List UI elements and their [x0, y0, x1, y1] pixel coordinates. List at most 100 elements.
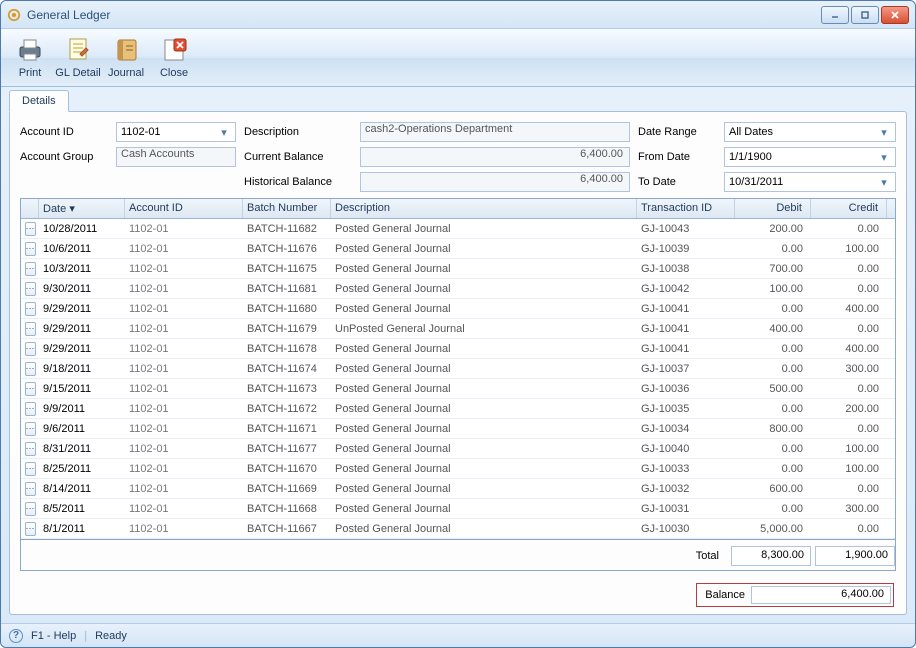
- row-detail-button[interactable]: ⋯: [25, 302, 36, 316]
- row-detail-button[interactable]: ⋯: [25, 282, 36, 296]
- historical-balance-field: 6,400.00: [360, 172, 630, 192]
- cell-debit: 5,000.00: [735, 523, 811, 535]
- cell-transaction: GJ-10031: [637, 503, 735, 515]
- table-row[interactable]: ⋯10/6/20111102-01BATCH-11676Posted Gener…: [21, 239, 895, 259]
- cell-debit: 0.00: [735, 343, 811, 355]
- cell-debit: 0.00: [735, 443, 811, 455]
- row-detail-button[interactable]: ⋯: [25, 502, 36, 516]
- chevron-down-icon: ▾: [877, 176, 891, 189]
- col-transaction-id[interactable]: Transaction ID: [637, 199, 735, 218]
- cell-batch: BATCH-11670: [243, 463, 331, 475]
- cell-debit: 0.00: [735, 403, 811, 415]
- row-detail-button[interactable]: ⋯: [25, 382, 36, 396]
- table-row[interactable]: ⋯10/3/20111102-01BATCH-11675Posted Gener…: [21, 259, 895, 279]
- close-window-button[interactable]: [881, 6, 909, 24]
- cell-batch: BATCH-11671: [243, 423, 331, 435]
- maximize-button[interactable]: [851, 6, 879, 24]
- tab-details[interactable]: Details: [9, 90, 69, 112]
- table-row[interactable]: ⋯8/1/20111102-01BATCH-11667Posted Genera…: [21, 519, 895, 539]
- grid-header: Date ▾ Account ID Batch Number Descripti…: [21, 199, 895, 219]
- table-row[interactable]: ⋯8/5/20111102-01BATCH-11668Posted Genera…: [21, 499, 895, 519]
- col-description[interactable]: Description: [331, 199, 637, 218]
- cell-batch: BATCH-11675: [243, 263, 331, 275]
- total-label: Total: [688, 550, 727, 562]
- table-row[interactable]: ⋯9/29/20111102-01BATCH-11678Posted Gener…: [21, 339, 895, 359]
- details-panel: Account ID 1102-01 ▾ Description cash2-O…: [9, 111, 907, 615]
- account-id-value: 1102-01: [121, 126, 161, 138]
- cell-credit: 300.00: [811, 363, 887, 375]
- titlebar[interactable]: General Ledger: [1, 1, 915, 29]
- row-detail-button[interactable]: ⋯: [25, 262, 36, 276]
- table-row[interactable]: ⋯9/9/20111102-01BATCH-11672Posted Genera…: [21, 399, 895, 419]
- cell-date: 10/3/2011: [39, 263, 125, 275]
- account-id-combo[interactable]: 1102-01 ▾: [116, 122, 236, 142]
- table-row[interactable]: ⋯8/31/20111102-01BATCH-11677Posted Gener…: [21, 439, 895, 459]
- cell-description: Posted General Journal: [331, 303, 637, 315]
- cell-date: 9/15/2011: [39, 383, 125, 395]
- cell-credit: 100.00: [811, 443, 887, 455]
- grid-body[interactable]: ⋯10/28/20111102-01BATCH-11682Posted Gene…: [21, 219, 895, 539]
- row-detail-button[interactable]: ⋯: [25, 342, 36, 356]
- cell-account: 1102-01: [125, 383, 243, 395]
- table-row[interactable]: ⋯8/14/20111102-01BATCH-11669Posted Gener…: [21, 479, 895, 499]
- cell-debit: 700.00: [735, 263, 811, 275]
- table-row[interactable]: ⋯9/18/20111102-01BATCH-11674Posted Gener…: [21, 359, 895, 379]
- cell-description: Posted General Journal: [331, 463, 637, 475]
- filter-form: Account ID 1102-01 ▾ Description cash2-O…: [20, 122, 896, 192]
- cell-transaction: GJ-10034: [637, 423, 735, 435]
- row-detail-button[interactable]: ⋯: [25, 522, 36, 536]
- help-text[interactable]: F1 - Help: [31, 630, 76, 642]
- from-date-combo[interactable]: 1/1/1900 ▾: [724, 147, 896, 167]
- table-row[interactable]: ⋯9/15/20111102-01BATCH-11673Posted Gener…: [21, 379, 895, 399]
- cell-transaction: GJ-10043: [637, 223, 735, 235]
- cell-transaction: GJ-10036: [637, 383, 735, 395]
- col-date[interactable]: Date ▾: [39, 199, 125, 218]
- cell-date: 9/18/2011: [39, 363, 125, 375]
- row-detail-button[interactable]: ⋯: [25, 462, 36, 476]
- cell-transaction: GJ-10035: [637, 403, 735, 415]
- cell-batch: BATCH-11672: [243, 403, 331, 415]
- table-row[interactable]: ⋯9/29/20111102-01BATCH-11679UnPosted Gen…: [21, 319, 895, 339]
- balance-label: Balance: [699, 589, 751, 601]
- date-range-combo[interactable]: All Dates ▾: [724, 122, 896, 142]
- row-detail-button[interactable]: ⋯: [25, 482, 36, 496]
- cell-description: Posted General Journal: [331, 243, 637, 255]
- row-detail-button[interactable]: ⋯: [25, 222, 36, 236]
- row-detail-button[interactable]: ⋯: [25, 402, 36, 416]
- label-description: Description: [244, 126, 352, 138]
- cell-date: 10/28/2011: [39, 223, 125, 235]
- table-row[interactable]: ⋯9/6/20111102-01BATCH-11671Posted Genera…: [21, 419, 895, 439]
- col-debit[interactable]: Debit: [735, 199, 811, 218]
- cell-description: Posted General Journal: [331, 503, 637, 515]
- close-button[interactable]: Close: [151, 32, 197, 84]
- row-detail-button[interactable]: ⋯: [25, 422, 36, 436]
- cell-account: 1102-01: [125, 503, 243, 515]
- cell-description: Posted General Journal: [331, 403, 637, 415]
- cell-debit: 600.00: [735, 483, 811, 495]
- window-title: General Ledger: [27, 8, 821, 22]
- cell-batch: BATCH-11678: [243, 343, 331, 355]
- row-detail-button[interactable]: ⋯: [25, 242, 36, 256]
- to-date-combo[interactable]: 10/31/2011 ▾: [724, 172, 896, 192]
- cell-debit: 0.00: [735, 503, 811, 515]
- label-account-group: Account Group: [20, 151, 108, 163]
- col-account-id[interactable]: Account ID: [125, 199, 243, 218]
- row-detail-button[interactable]: ⋯: [25, 362, 36, 376]
- table-row[interactable]: ⋯8/25/20111102-01BATCH-11670Posted Gener…: [21, 459, 895, 479]
- cell-credit: 0.00: [811, 323, 887, 335]
- print-button[interactable]: Print: [7, 32, 53, 84]
- gl-detail-button[interactable]: GL Detail: [55, 32, 101, 84]
- minimize-button[interactable]: [821, 6, 849, 24]
- row-detail-button[interactable]: ⋯: [25, 442, 36, 456]
- help-icon[interactable]: ?: [9, 629, 23, 643]
- col-expander[interactable]: [21, 199, 39, 218]
- row-detail-button[interactable]: ⋯: [25, 322, 36, 336]
- cell-description: Posted General Journal: [331, 383, 637, 395]
- journal-button[interactable]: Journal: [103, 32, 149, 84]
- col-batch-number[interactable]: Batch Number: [243, 199, 331, 218]
- table-row[interactable]: ⋯9/29/20111102-01BATCH-11680Posted Gener…: [21, 299, 895, 319]
- col-credit[interactable]: Credit: [811, 199, 887, 218]
- table-row[interactable]: ⋯10/28/20111102-01BATCH-11682Posted Gene…: [21, 219, 895, 239]
- cell-credit: 200.00: [811, 403, 887, 415]
- table-row[interactable]: ⋯9/30/20111102-01BATCH-11681Posted Gener…: [21, 279, 895, 299]
